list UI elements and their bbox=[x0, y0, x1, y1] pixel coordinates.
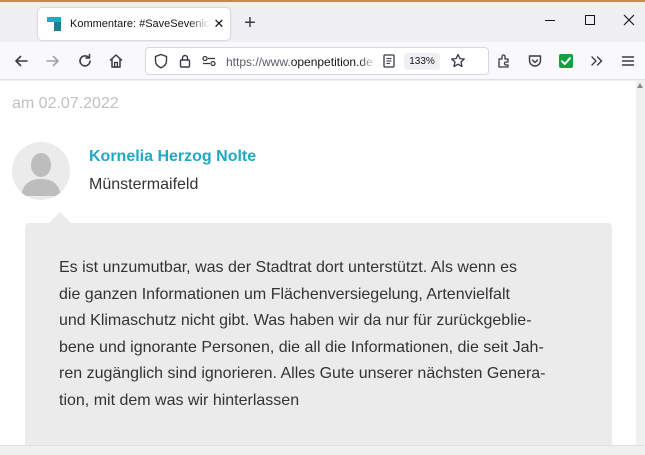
comment-line: bene und ignorante Personen, die all die… bbox=[59, 338, 544, 356]
url-prefix: https://www. bbox=[226, 55, 291, 69]
comment-line: die ganzen Informationen um Flächenversi… bbox=[59, 285, 510, 303]
comment-line: Es ist unzumutbar, was der Stadtrat dort… bbox=[59, 259, 517, 276]
maximize-icon[interactable] bbox=[582, 12, 598, 28]
comment-line: tion, mit dem was wir hinterlassen bbox=[59, 391, 300, 409]
comment-line: ren zugänglich sind ignorieren. Alles Gu… bbox=[59, 365, 546, 382]
avatar[interactable] bbox=[12, 142, 70, 200]
openpetition-icon bbox=[46, 16, 62, 32]
url-domain: openpetition.de bbox=[290, 55, 373, 69]
overflow-chevrons-icon[interactable] bbox=[588, 52, 606, 70]
permissions-icon[interactable] bbox=[200, 52, 218, 70]
forward-icon[interactable] bbox=[44, 52, 62, 70]
url-bar[interactable]: https://www.openpetition.de 133% bbox=[145, 47, 489, 75]
comment-date: am 02.07.2022 bbox=[12, 95, 119, 112]
browser-window: Kommentare: #SaveSevenich - Einspruch ge… bbox=[0, 0, 645, 455]
back-icon[interactable] bbox=[12, 52, 30, 70]
menu-icon[interactable] bbox=[619, 52, 637, 70]
bookmark-star-icon[interactable] bbox=[449, 52, 467, 70]
user-silhouette-icon bbox=[12, 142, 70, 200]
close-window-icon[interactable] bbox=[621, 12, 637, 28]
extensions-icon[interactable] bbox=[495, 52, 513, 70]
vertical-scrollbar[interactable] bbox=[636, 81, 645, 445]
horizontal-scrollbar[interactable] bbox=[0, 445, 645, 455]
scroll-up-arrow-icon[interactable] bbox=[637, 83, 643, 88]
author-name[interactable]: Kornelia Herzog Nolte bbox=[89, 148, 256, 166]
new-tab-icon[interactable]: + bbox=[240, 13, 260, 34]
comment-text: Es ist unzumutbar, was der Stadtrat dort… bbox=[59, 255, 579, 414]
author-location: Münstermaifeld bbox=[89, 176, 199, 193]
shield-icon[interactable] bbox=[152, 52, 170, 70]
tab-title: Kommentare: #SaveSevenich - Einspruch ge… bbox=[70, 18, 210, 30]
tab-kommentare[interactable]: Kommentare: #SaveSevenich - Einspruch ge… bbox=[38, 8, 230, 40]
url-text[interactable]: https://www.openpetition.de bbox=[226, 55, 376, 69]
tab-strip: Kommentare: #SaveSevenich - Einspruch ge… bbox=[0, 2, 645, 42]
minimize-icon[interactable] bbox=[542, 12, 558, 28]
tab-close-icon[interactable]: ✕ bbox=[212, 17, 226, 31]
home-icon[interactable] bbox=[107, 52, 125, 70]
zoom-level-button[interactable]: 133% bbox=[404, 53, 440, 70]
lock-icon[interactable] bbox=[176, 52, 194, 70]
pocket-icon[interactable] bbox=[526, 52, 544, 70]
page-content: am 02.07.2022 Kornelia Herzog Nolte Müns… bbox=[0, 81, 636, 445]
comment-line: und Klimaschutz nicht gibt. Was haben wi… bbox=[59, 312, 532, 329]
green-check-extension-icon[interactable] bbox=[557, 52, 575, 70]
comment-bubble: Es ist unzumutbar, was der Stadtrat dort… bbox=[25, 223, 612, 445]
reader-view-icon[interactable] bbox=[380, 52, 398, 70]
navigation-toolbar: https://www.openpetition.de 133% bbox=[0, 42, 645, 80]
reload-icon[interactable] bbox=[76, 52, 94, 70]
